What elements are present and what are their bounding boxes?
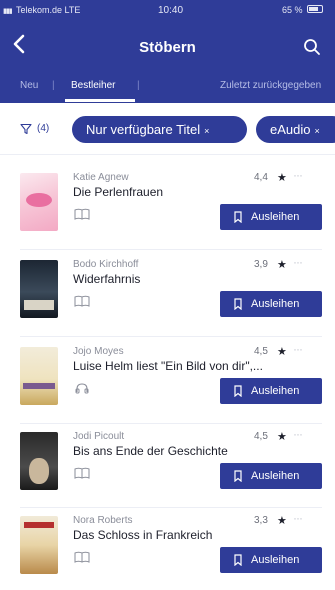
bookmark-icon bbox=[234, 470, 242, 482]
book-cover[interactable] bbox=[20, 432, 58, 490]
rating-value: 4,5 bbox=[254, 346, 268, 357]
active-tab-indicator bbox=[65, 99, 135, 102]
star-icon: ★ bbox=[277, 172, 287, 184]
book-title[interactable]: Bis ans Ende der Geschichte bbox=[73, 444, 315, 458]
more-icon[interactable]: ··· bbox=[293, 255, 303, 269]
close-icon[interactable]: × bbox=[204, 126, 209, 136]
divider bbox=[20, 423, 322, 424]
bookmark-icon bbox=[234, 298, 242, 310]
list-item[interactable]: Nora Roberts Das Schloss in Frankreich 3… bbox=[0, 510, 335, 590]
book-cover[interactable] bbox=[20, 347, 58, 405]
book-title[interactable]: Luise Helm liest "Ein Bild von dir",... bbox=[73, 359, 315, 373]
tab-separator: | bbox=[137, 80, 140, 91]
filter-count[interactable]: (4) bbox=[37, 123, 49, 134]
list-item[interactable]: Jodi Picoult Bis ans Ende der Geschichte… bbox=[0, 426, 335, 510]
signal-icon: ▮▮▮ bbox=[3, 8, 13, 15]
filter-chip-available[interactable]: Nur verfügbare Titel × bbox=[72, 116, 247, 143]
star-icon: ★ bbox=[277, 515, 287, 527]
close-icon[interactable]: × bbox=[314, 126, 319, 136]
rating-value: 4,5 bbox=[254, 431, 268, 442]
borrow-label: Ausleihen bbox=[251, 554, 300, 566]
book-cover[interactable] bbox=[20, 173, 58, 231]
book-author: Katie Agnew bbox=[73, 172, 129, 183]
book-title[interactable]: Widerfahrnis bbox=[73, 272, 315, 286]
more-icon[interactable]: ··· bbox=[293, 168, 303, 182]
bookmark-icon bbox=[234, 385, 242, 397]
more-icon[interactable]: ··· bbox=[293, 511, 303, 525]
borrow-button[interactable]: Ausleihen bbox=[220, 204, 322, 230]
book-icon bbox=[74, 551, 90, 563]
divider bbox=[20, 507, 322, 508]
divider bbox=[20, 336, 322, 337]
header-bar: ▮▮▮ Telekom.de LTE 10:40 65 % Stöbern Ne… bbox=[0, 0, 335, 103]
headphones-icon bbox=[75, 383, 89, 394]
battery-percent: 65 % bbox=[282, 5, 303, 15]
book-author: Bodo Kirchhoff bbox=[73, 259, 139, 270]
book-icon bbox=[74, 208, 90, 220]
filter-icon[interactable] bbox=[20, 123, 32, 135]
book-icon bbox=[74, 467, 90, 479]
borrow-label: Ausleihen bbox=[251, 470, 300, 482]
borrow-label: Ausleihen bbox=[251, 298, 300, 310]
status-bar: ▮▮▮ Telekom.de LTE 10:40 65 % bbox=[0, 0, 335, 20]
tab-zuletzt-zurueckgegeben[interactable]: Zuletzt zurückgegeben bbox=[220, 80, 321, 91]
star-icon: ★ bbox=[277, 431, 287, 443]
carrier-label: Telekom.de LTE bbox=[16, 5, 81, 15]
rating-value: 4,4 bbox=[254, 172, 268, 183]
book-icon bbox=[74, 295, 90, 307]
tab-bestleiher[interactable]: Bestleiher bbox=[71, 80, 115, 91]
borrow-button[interactable]: Ausleihen bbox=[220, 463, 322, 489]
more-icon[interactable]: ··· bbox=[293, 427, 303, 441]
book-cover[interactable] bbox=[20, 260, 58, 318]
divider bbox=[20, 249, 322, 250]
borrow-button[interactable]: Ausleihen bbox=[220, 547, 322, 573]
book-author: Nora Roberts bbox=[73, 515, 133, 526]
borrow-button[interactable]: Ausleihen bbox=[220, 291, 322, 317]
bookmark-icon bbox=[234, 554, 242, 566]
battery-icon bbox=[307, 5, 323, 13]
search-icon[interactable] bbox=[303, 38, 321, 56]
page-title: Stöbern bbox=[139, 39, 196, 56]
borrow-label: Ausleihen bbox=[251, 211, 300, 223]
tab-neu[interactable]: Neu bbox=[20, 80, 38, 91]
chip-label: eAudio bbox=[270, 122, 311, 137]
star-icon: ★ bbox=[277, 259, 287, 271]
list-item[interactable]: Jojo Moyes Luise Helm liest "Ein Bild vo… bbox=[0, 341, 335, 425]
chip-label: Nur verfügbare Titel bbox=[86, 122, 201, 137]
list-item[interactable]: Katie Agnew Die Perlenfrauen 4,4 ★ ··· A… bbox=[0, 167, 335, 251]
rating-value: 3,9 bbox=[254, 259, 268, 270]
list-item[interactable]: Bodo Kirchhoff Widerfahrnis 3,9 ★ ··· Au… bbox=[0, 254, 335, 338]
book-title[interactable]: Das Schloss in Frankreich bbox=[73, 528, 315, 542]
book-title[interactable]: Die Perlenfrauen bbox=[73, 185, 315, 199]
more-icon[interactable]: ··· bbox=[293, 342, 303, 356]
book-author: Jodi Picoult bbox=[73, 431, 125, 442]
star-icon: ★ bbox=[277, 346, 287, 358]
clock: 10:40 bbox=[158, 5, 184, 16]
nav-row: Stöbern bbox=[0, 28, 335, 62]
bookmark-icon bbox=[234, 211, 242, 223]
book-author: Jojo Moyes bbox=[73, 346, 124, 357]
tab-bar: Neu | Bestleiher | Zuletzt zurückgegeben bbox=[0, 72, 335, 103]
book-cover[interactable] bbox=[20, 516, 58, 574]
rating-value: 3,3 bbox=[254, 515, 268, 526]
tab-separator: | bbox=[52, 80, 55, 91]
filter-chip-eaudio[interactable]: eAudio × bbox=[256, 116, 335, 143]
filter-bar: (4) Nur verfügbare Titel × eAudio × bbox=[0, 103, 335, 155]
borrow-label: Ausleihen bbox=[251, 385, 300, 397]
borrow-button[interactable]: Ausleihen bbox=[220, 378, 322, 404]
